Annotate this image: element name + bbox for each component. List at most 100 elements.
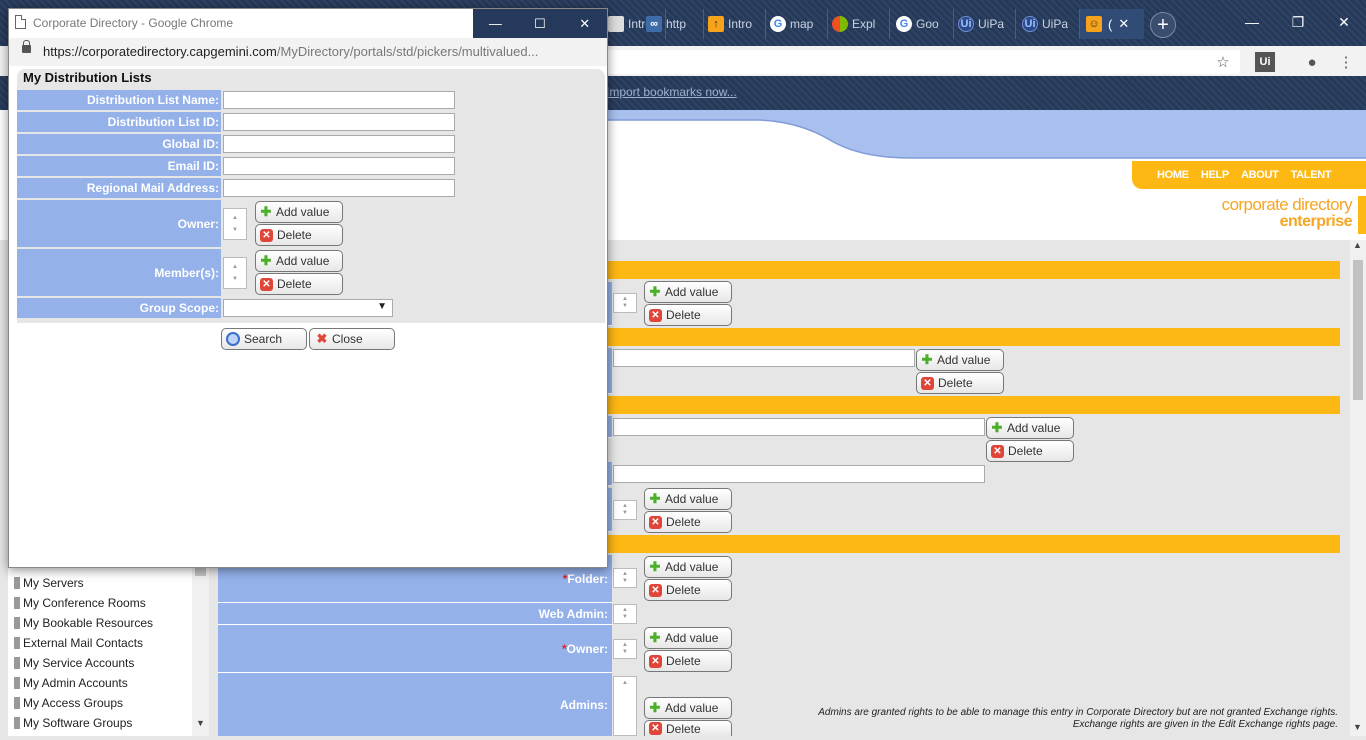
button-label: Add value <box>1007 421 1061 435</box>
sidebar-item-label: My Software Groups <box>23 716 133 730</box>
browser-tab[interactable]: G Goo <box>892 9 954 39</box>
add-value-button[interactable]: ✚ Add value <box>644 281 732 303</box>
nav-home[interactable]: HOME <box>1157 169 1189 181</box>
owner-list[interactable]: ▲ ▼ <box>223 208 247 240</box>
delete-button[interactable]: ✕ Delete <box>916 372 1004 394</box>
header-wave <box>600 110 1366 159</box>
web-admin-stepper[interactable]: ▲ ▼ <box>613 604 637 624</box>
sidebar-item-label: My Bookable Resources <box>23 616 154 630</box>
value-stepper[interactable]: ▲ ▼ <box>613 293 637 313</box>
delete-button[interactable]: ✕ Delete <box>644 650 732 672</box>
text-input[interactable] <box>613 465 985 483</box>
browser-tab-active[interactable]: ☺ (✕ <box>1080 9 1144 39</box>
minimize-icon[interactable]: — <box>1230 8 1274 36</box>
popup-url[interactable]: https://corporatedirectory.capgemini.com… <box>43 44 538 59</box>
text-input[interactable] <box>613 349 915 367</box>
browser-tab[interactable]: ↑ Intro <box>704 9 766 39</box>
delete-button[interactable]: ✕ Delete <box>986 440 1074 462</box>
owner-stepper[interactable]: ▲ ▼ <box>613 639 637 659</box>
close-window-icon[interactable]: ✕ <box>1322 8 1366 36</box>
menu-icon[interactable]: ⋮ <box>1336 52 1356 72</box>
members-add-value-button[interactable]: ✚ Add value <box>255 250 343 272</box>
profile-icon[interactable]: ● <box>1302 52 1322 72</box>
address-bar[interactable] <box>600 50 1240 74</box>
sidebar-scrollbar[interactable]: ▼ <box>192 560 209 736</box>
sidebar-item-my-admin-accounts[interactable]: My Admin Accounts <box>14 674 128 692</box>
button-label: Delete <box>666 515 701 529</box>
dl-id-input[interactable] <box>223 113 455 131</box>
restore-icon[interactable]: ❐ <box>1276 8 1320 36</box>
scroll-thumb[interactable] <box>1353 260 1363 400</box>
browser-tab[interactable]: Expl <box>828 9 890 39</box>
scroll-down-icon[interactable]: ▼ <box>196 718 205 728</box>
admins-label: Admins: <box>218 673 612 736</box>
value-stepper[interactable]: ▲ ▼ <box>613 500 637 520</box>
sidebar-item-my-servers[interactable]: My Servers <box>14 574 84 592</box>
add-value-button[interactable]: ✚ Add value <box>644 627 732 649</box>
nav-help[interactable]: HELP <box>1201 169 1229 181</box>
add-value-button[interactable]: ✚ Add value <box>644 488 732 510</box>
delete-button[interactable]: ✕ Delete <box>644 511 732 533</box>
button-label: Delete <box>1008 444 1043 458</box>
button-label: Delete <box>666 654 701 668</box>
bullet-icon <box>14 677 20 689</box>
dl-id-label: Distribution List ID: <box>17 112 221 134</box>
sidebar-item-my-bookable-resources[interactable]: My Bookable Resources <box>14 614 153 632</box>
sidebar-item-external-mail-contacts[interactable]: External Mail Contacts <box>14 634 143 652</box>
add-value-button[interactable]: ✚ Add value <box>916 349 1004 371</box>
add-value-button[interactable]: ✚ Add value <box>644 556 732 578</box>
popup-window-title: Corporate Directory - Google Chrome <box>33 16 234 30</box>
folder-stepper[interactable]: ▲ ▼ <box>613 568 637 588</box>
minimize-icon[interactable]: — <box>473 9 518 38</box>
google-icon: G <box>770 16 786 32</box>
nav-about[interactable]: ABOUT <box>1241 169 1279 181</box>
button-label: Add value <box>937 353 991 367</box>
bookmark-star-icon[interactable]: ☆ <box>1213 52 1233 72</box>
new-tab-button[interactable]: + <box>1150 12 1176 38</box>
admins-list[interactable]: ▲ <box>613 676 637 736</box>
group-scope-select[interactable]: ▼ <box>223 299 393 317</box>
label-text: Owner: <box>566 641 608 656</box>
browser-tab[interactable]: ∞ http <box>642 9 704 39</box>
group-scope-label: Group Scope: <box>17 298 221 320</box>
sidebar-item-my-software-groups[interactable]: My Software Groups <box>14 714 132 732</box>
bullet-icon <box>14 577 20 589</box>
uipath-extension-icon[interactable]: Ui <box>1255 52 1275 72</box>
browser-tab[interactable]: Gmap <box>766 9 828 39</box>
close-tab-icon[interactable]: ✕ <box>1118 16 1129 32</box>
bullet-icon <box>14 697 20 709</box>
delete-button[interactable]: ✕ Delete <box>644 579 732 601</box>
label-text: Web Admin: <box>538 606 608 621</box>
sidebar-item-my-access-groups[interactable]: My Access Groups <box>14 694 123 712</box>
scroll-up-icon[interactable]: ▲ <box>1353 240 1362 250</box>
import-bookmarks-link[interactable]: Import bookmarks now... <box>606 85 737 99</box>
sidebar-item-my-service-accounts[interactable]: My Service Accounts <box>14 654 134 672</box>
add-value-button[interactable]: ✚ Add value <box>644 697 732 719</box>
page-scrollbar[interactable]: ▲ ▼ <box>1350 240 1366 736</box>
scroll-down-icon[interactable]: ▼ <box>1353 722 1362 732</box>
delete-button[interactable]: ✕ Delete <box>644 720 732 736</box>
browser-tab[interactable]: Ui UiPa <box>954 9 1016 39</box>
browser-tab[interactable]: Ui UiPa <box>1018 9 1080 39</box>
regional-mail-input[interactable] <box>223 179 455 197</box>
delete-button[interactable]: ✕ Delete <box>644 304 732 326</box>
sidebar-item-my-conference-rooms[interactable]: My Conference Rooms <box>14 594 146 612</box>
email-id-input[interactable] <box>223 157 455 175</box>
plus-icon: ✚ <box>260 253 272 268</box>
admins-note: Admins are granted rights to be able to … <box>736 707 1338 731</box>
global-id-input[interactable] <box>223 135 455 153</box>
maximize-icon[interactable]: ☐ <box>518 9 563 38</box>
dl-name-input[interactable] <box>223 91 455 109</box>
search-button[interactable]: Search <box>221 328 307 350</box>
text-input[interactable] <box>613 418 985 436</box>
add-value-button[interactable]: ✚ Add value <box>986 417 1074 439</box>
close-window-icon[interactable]: ✕ <box>562 9 607 38</box>
close-button[interactable]: ✖ Close <box>309 328 395 350</box>
owner-add-value-button[interactable]: ✚ Add value <box>255 201 343 223</box>
owner-delete-button[interactable]: ✕ Delete <box>255 224 343 246</box>
nav-talent[interactable]: TALENT <box>1291 169 1332 181</box>
members-list[interactable]: ▲ ▼ <box>223 257 247 289</box>
sidebar-item-label: My Service Accounts <box>23 656 135 670</box>
delete-icon: ✕ <box>921 376 934 390</box>
members-delete-button[interactable]: ✕ Delete <box>255 273 343 295</box>
